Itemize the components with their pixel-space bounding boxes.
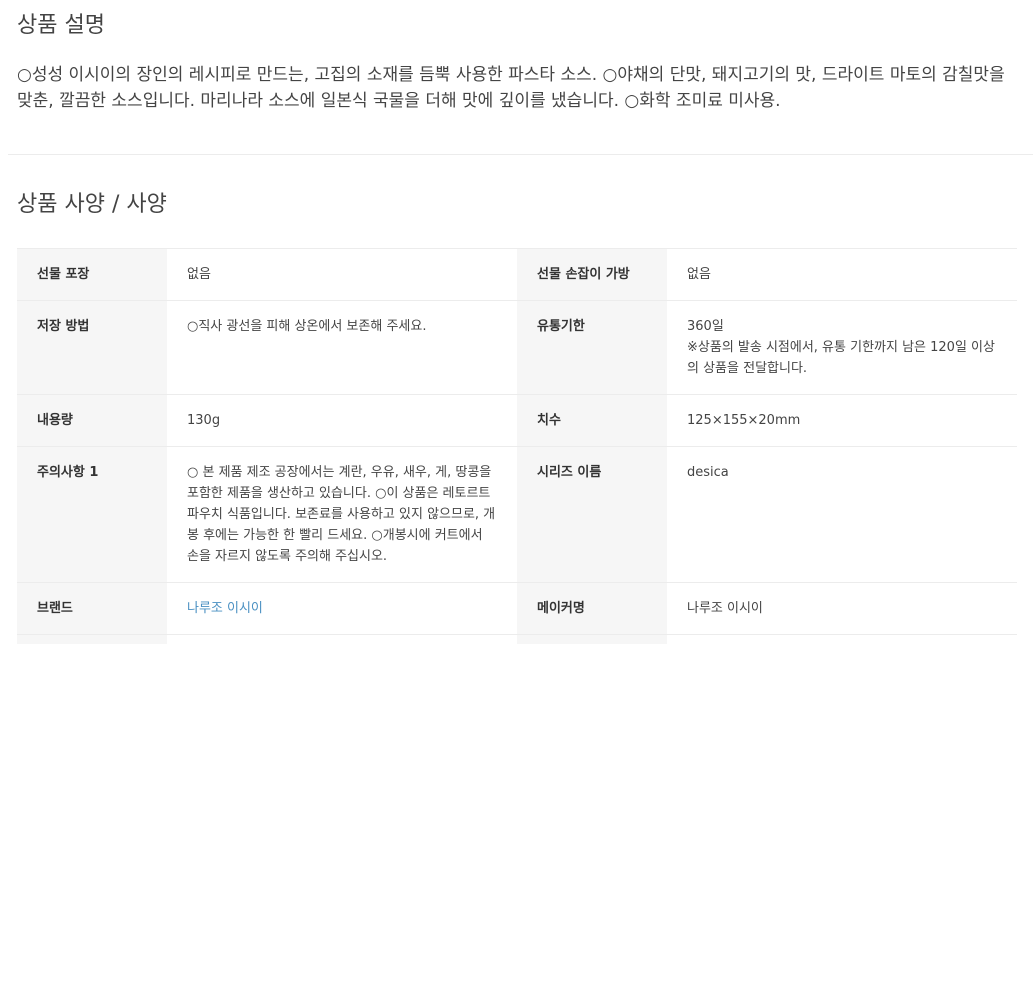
spec-row-brand: 브랜드 나루조 이시이 메이커명 나루조 이시이 [17,582,1017,635]
spec-value-dimensions: 125×155×20mm [687,413,801,428]
spec-label-content: 내용량 [17,394,167,447]
spec-value-maker: 나루조 이시이 [687,601,763,616]
spec-value-brand: 나루조 이시이 [167,583,517,635]
spec-label-caution: 주의사항 1 [17,446,167,583]
section-divider [8,154,1033,155]
spec-row-gift-wrap: 선물 포장 없음 선물 손잡이 가방 없음 [17,248,1017,301]
spec-row-content: 내용량 130g 치수 125×155×20mm [17,394,1017,447]
specs-title: 상품 사양 / 사양 [17,192,167,217]
spec-value-gift-bag: 없음 [687,267,711,282]
spec-value-shelf-life: 360일 ※상품의 발송 시점에서, 유통 기한까지 남은 120일 이상의 상… [687,319,995,376]
spec-value-caution: ○ 본 제품 제조 공장에서는 계란, 우유, 새우, 게, 땅콩을 포함한 제… [187,465,496,564]
spec-label-gift-wrap: 선물 포장 [17,248,167,301]
brand-link[interactable]: 나루조 이시이 [187,601,263,616]
spec-table: 선물 포장 없음 선물 손잡이 가방 없음 저장 방법 ○직사 광선을 피해 상… [17,248,1017,644]
spec-value-empty [167,635,517,644]
description-body: ○성성 이시이의 장인의 레시피로 만드는, 고집의 소재를 듬뿍 사용한 파스… [17,65,1005,111]
spec-value-content: 130g [187,413,221,428]
spec-label-shelf-life: 유통기한 [517,300,667,395]
spec-value-empty-right [667,635,1017,644]
spec-value-series: desica [687,465,729,480]
spec-row-empty [17,634,1017,644]
spec-label-series: 시리즈 이름 [517,446,667,583]
spec-row-storage: 저장 방법 ○직사 광선을 피해 상온에서 보존해 주세요. 유통기한 360일… [17,300,1017,395]
spec-label-brand: 브랜드 [17,582,167,635]
spec-label-dimensions: 치수 [517,394,667,447]
spec-label-gift-bag: 선물 손잡이 가방 [517,248,667,301]
spec-label-empty-right [517,634,667,644]
spec-value-storage: ○직사 광선을 피해 상온에서 보존해 주세요. [187,319,427,334]
description-title: 상품 설명 [17,13,105,38]
spec-row-caution: 주의사항 1 ○ 본 제품 제조 공장에서는 계란, 우유, 새우, 게, 땅콩… [17,446,1017,583]
spec-value-gift-wrap: 없음 [187,267,211,282]
spec-label-empty [17,634,167,644]
spec-label-maker: 메이커명 [517,582,667,635]
spec-label-storage: 저장 방법 [17,300,167,395]
